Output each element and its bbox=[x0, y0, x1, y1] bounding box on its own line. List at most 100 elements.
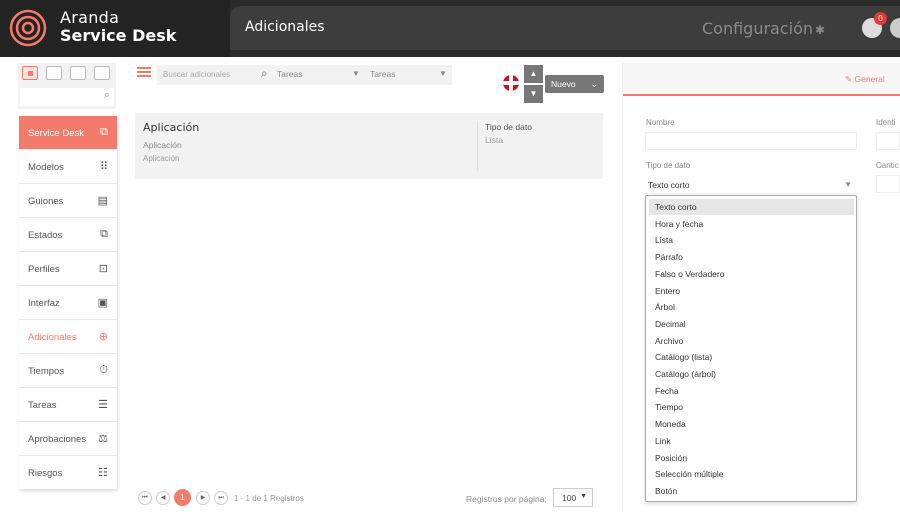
first-page-icon[interactable]: ⏮ bbox=[138, 491, 152, 505]
profile-icon: ⊡ bbox=[98, 263, 108, 275]
tab-general[interactable]: ✎ General bbox=[845, 74, 885, 85]
rows-per-page-value: 100 bbox=[562, 493, 577, 503]
sidebar-item-label: Modelos bbox=[28, 162, 64, 173]
chevron-down-icon: ▼ bbox=[352, 69, 360, 78]
sidebar-nav: Service Desk ⧉ Modelos ⠿ Guiones ▤ Estados ⧉ Per… bbox=[19, 116, 117, 490]
states-icon: ⧉ bbox=[100, 228, 108, 240]
config-link[interactable]: Configuración ✱ bbox=[702, 19, 825, 38]
sidebar-item[interactable]: Tareas ☰ bbox=[19, 388, 117, 422]
dropdown-option[interactable]: Catálogo (lista) bbox=[649, 349, 854, 365]
printer-view-icon[interactable] bbox=[94, 66, 110, 80]
tasks-icon: ☰ bbox=[98, 399, 108, 411]
rows-per-page-select[interactable]: 100 ▼ bbox=[553, 488, 593, 507]
copy-icon: ⧉ bbox=[100, 126, 108, 138]
page-info: 1 - 1 de 1 Registros bbox=[234, 494, 304, 503]
divider bbox=[477, 121, 478, 171]
rows-per-page-label: Registros por página: bbox=[466, 494, 547, 504]
dropdown-option[interactable]: Archivo bbox=[649, 333, 854, 349]
new-button[interactable]: Nuevo ⌄ bbox=[545, 75, 604, 93]
search-icon[interactable]: ⌕ bbox=[261, 66, 268, 81]
dropdown-option[interactable]: Hora y fecha bbox=[649, 216, 854, 232]
brand-name: Aranda bbox=[60, 8, 120, 27]
type-value: Lista bbox=[485, 135, 503, 145]
dropdown-option[interactable]: Lista bbox=[649, 232, 854, 248]
sort-up-icon[interactable]: ▲ bbox=[524, 65, 543, 83]
brand-logo[interactable]: Aranda Service Desk bbox=[0, 0, 230, 57]
sidebar-item-label: Perfiles bbox=[28, 264, 60, 275]
dropdown-option[interactable]: Moneda bbox=[649, 416, 854, 432]
grid-icon: ⠿ bbox=[99, 161, 108, 173]
id-label: Identi bbox=[876, 118, 896, 127]
user-view-icon[interactable] bbox=[46, 66, 62, 80]
user-avatar[interactable] bbox=[890, 18, 900, 38]
qty-label: Cantic bbox=[876, 161, 899, 170]
sidebar-item[interactable]: Interfaz ▣ bbox=[19, 286, 117, 320]
title-tab: Adicionales Configuración ✱ 0 bbox=[230, 6, 900, 50]
sidebar-item[interactable]: Aprobaciones ⚖ bbox=[19, 422, 117, 456]
script-icon: ▤ bbox=[97, 195, 108, 207]
view-switcher: ⌕ bbox=[18, 63, 116, 109]
filter-select-2[interactable]: Tareas bbox=[370, 69, 396, 79]
last-page-icon[interactable]: ⏭ bbox=[214, 491, 228, 505]
item-title: Aplicación bbox=[143, 121, 200, 134]
sidebar-item-label: Estados bbox=[28, 230, 63, 241]
tab-general-label: General bbox=[854, 74, 885, 84]
search-input[interactable]: Buscar adicionales bbox=[163, 70, 230, 79]
sidebar-item[interactable]: Perfiles ⊡ bbox=[19, 252, 117, 286]
dropdown-option[interactable]: Entero bbox=[649, 283, 854, 299]
dropdown-option[interactable]: Link bbox=[649, 433, 854, 449]
dropdown-option[interactable]: Catálogo (árbol) bbox=[649, 366, 854, 382]
sidebar-search-input[interactable]: ⌕ bbox=[20, 88, 114, 106]
prev-page-icon[interactable]: ◀ bbox=[156, 491, 170, 505]
dropdown-option[interactable]: Botón bbox=[649, 483, 854, 499]
dropdown-option[interactable]: Árbol bbox=[649, 299, 854, 315]
sidebar-item[interactable]: Guiones ▤ bbox=[19, 184, 117, 218]
dropdown-option[interactable]: Decimal bbox=[649, 316, 854, 332]
page-number[interactable]: 1 bbox=[174, 489, 191, 506]
name-label: Nombre bbox=[646, 118, 675, 127]
type-dropdown-list: Texto corto Hora y fecha Lista Párrafo Falso… bbox=[645, 195, 857, 502]
type-select[interactable]: Texto corto ▼ bbox=[645, 176, 857, 194]
sidebar-item[interactable]: Service Desk ⧉ bbox=[19, 116, 117, 150]
sort-down-icon[interactable]: ▼ bbox=[524, 85, 543, 103]
qty-field[interactable] bbox=[876, 175, 900, 193]
filter-select-1[interactable]: Tareas bbox=[277, 69, 303, 79]
aranda-logo-icon bbox=[9, 9, 47, 47]
new-button-label: Nuevo bbox=[551, 79, 576, 89]
menu-icon[interactable] bbox=[137, 67, 151, 77]
name-field[interactable] bbox=[645, 132, 857, 150]
dropdown-option[interactable]: Fecha bbox=[649, 383, 854, 399]
sidebar-item[interactable]: Adicionales ⊕ bbox=[19, 320, 117, 354]
monitor-icon: ▣ bbox=[97, 297, 108, 309]
sidebar-item[interactable]: Tiempos ⏱ bbox=[19, 354, 117, 388]
brand-product: Service Desk bbox=[60, 26, 177, 45]
gear-icon: ✱ bbox=[815, 23, 826, 37]
stopwatch-icon: ⏱ bbox=[99, 364, 108, 376]
chevron-down-icon: ⌄ bbox=[590, 79, 598, 89]
config-label: Configuración bbox=[702, 19, 814, 38]
sidebar-item[interactable]: Modelos ⠿ bbox=[19, 150, 117, 184]
list-item[interactable]: Aplicación Aplicación Aplicación Tipo de… bbox=[135, 113, 603, 179]
dropdown-option[interactable]: Selección múltiple bbox=[649, 466, 854, 482]
risk-icon: ☷ bbox=[98, 467, 108, 479]
chevron-down-icon: ▼ bbox=[580, 493, 587, 500]
dropdown-option[interactable]: Posición bbox=[649, 450, 854, 466]
dropdown-option[interactable]: Tiempo bbox=[649, 399, 854, 415]
dropdown-option[interactable]: Párrafo bbox=[649, 249, 854, 265]
chevron-down-icon: ▼ bbox=[439, 69, 447, 78]
sidebar-item[interactable]: Estados ⧉ bbox=[19, 218, 117, 252]
next-page-icon[interactable]: ▶ bbox=[196, 491, 210, 505]
dropdown-option[interactable]: Falso o Verdadero bbox=[649, 266, 854, 282]
filter-bar: Buscar adicionales ⌕ Tareas ▼ Tareas ▼ bbox=[157, 65, 452, 85]
desktop-view-icon[interactable] bbox=[70, 66, 86, 80]
edit-icon: ✎ bbox=[845, 74, 853, 84]
language-flag-icon[interactable] bbox=[503, 75, 519, 91]
sidebar-item-label: Guiones bbox=[28, 196, 64, 207]
dropdown-option[interactable]: Texto corto bbox=[649, 199, 854, 215]
type-header: Tipo de dato bbox=[485, 122, 532, 132]
sidebar-item-label: Service Desk bbox=[28, 128, 84, 139]
id-field[interactable] bbox=[876, 132, 900, 150]
panel-tabs: ✎ General bbox=[623, 62, 900, 96]
sidebar-item[interactable]: Riesgos ☷ bbox=[19, 456, 117, 490]
grid-view-icon[interactable] bbox=[22, 66, 38, 80]
